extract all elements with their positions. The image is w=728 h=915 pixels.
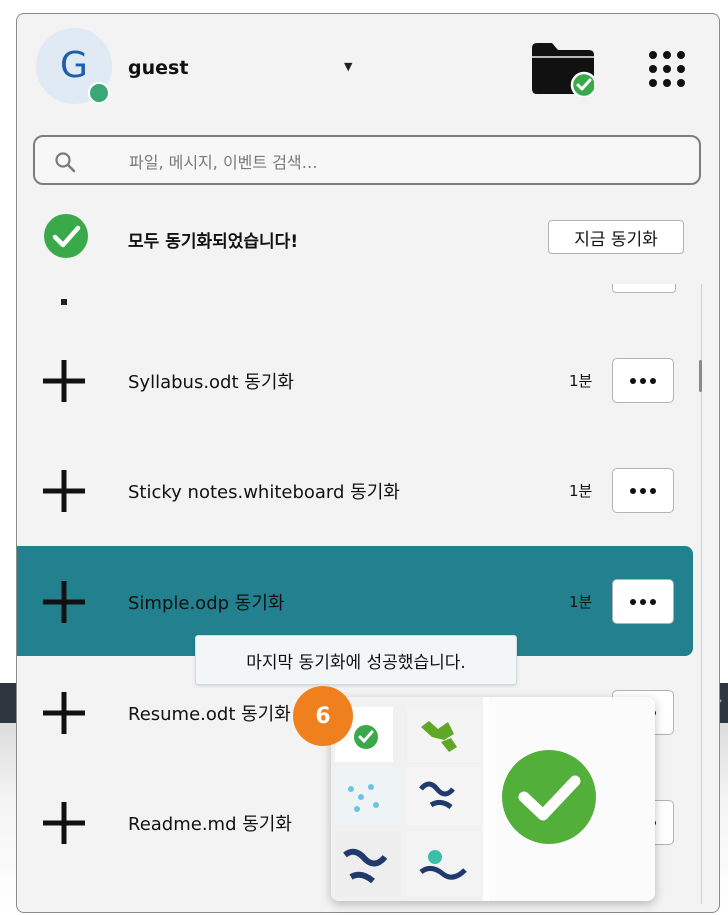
more-options-button[interactable]	[612, 579, 674, 624]
scrollbar-thumb[interactable]	[699, 360, 702, 392]
sync-status-text: 모두 동기화되었습니다!	[128, 232, 299, 252]
partial-row-icon	[61, 299, 67, 305]
activity-row[interactable]: Syllabus.odt 동기화 1분	[17, 325, 693, 435]
folder-synced-icon[interactable]	[532, 43, 594, 97]
activity-row[interactable]: Sticky notes.whiteboard 동기화 1분	[17, 435, 693, 545]
plus-icon	[43, 470, 85, 512]
sync-tooltip: 마지막 동기화에 성공했습니다.	[195, 635, 517, 685]
search-input[interactable]	[127, 147, 681, 177]
plus-icon	[43, 360, 85, 402]
sync-preview-thumbnail	[331, 697, 655, 901]
plus-icon	[43, 802, 85, 844]
activity-time: 1분	[569, 372, 593, 390]
search-box[interactable]	[33, 135, 701, 185]
search-icon	[55, 152, 76, 173]
more-options-button[interactable]	[612, 468, 674, 513]
user-name[interactable]: guest	[128, 57, 188, 79]
activity-scrollbar[interactable]	[695, 284, 709, 912]
sync-now-button[interactable]: 지금 동기화	[548, 220, 684, 254]
activity-name: Resume.odt 동기화	[128, 704, 291, 725]
preview-collage	[331, 697, 655, 901]
check-circle-icon	[44, 214, 88, 258]
chevron-down-icon[interactable]: ▼	[344, 60, 352, 73]
more-options-button[interactable]	[612, 358, 674, 403]
avatar-letter: G	[60, 44, 88, 86]
activity-name: Readme.md 동기화	[128, 814, 292, 835]
step-number-badge: 6	[293, 686, 353, 746]
activity-name: Syllabus.odt 동기화	[128, 372, 294, 393]
online-status-dot	[88, 82, 110, 104]
activity-name: Simple.odp 동기화	[128, 593, 285, 614]
activity-time: 1분	[569, 482, 593, 500]
plus-icon	[43, 692, 85, 734]
app-grid-icon[interactable]	[648, 50, 686, 88]
activity-time: 1분	[569, 593, 593, 611]
partial-more-button[interactable]	[612, 284, 676, 293]
plus-icon	[43, 581, 85, 623]
activity-name: Sticky notes.whiteboard 동기화	[128, 482, 400, 503]
